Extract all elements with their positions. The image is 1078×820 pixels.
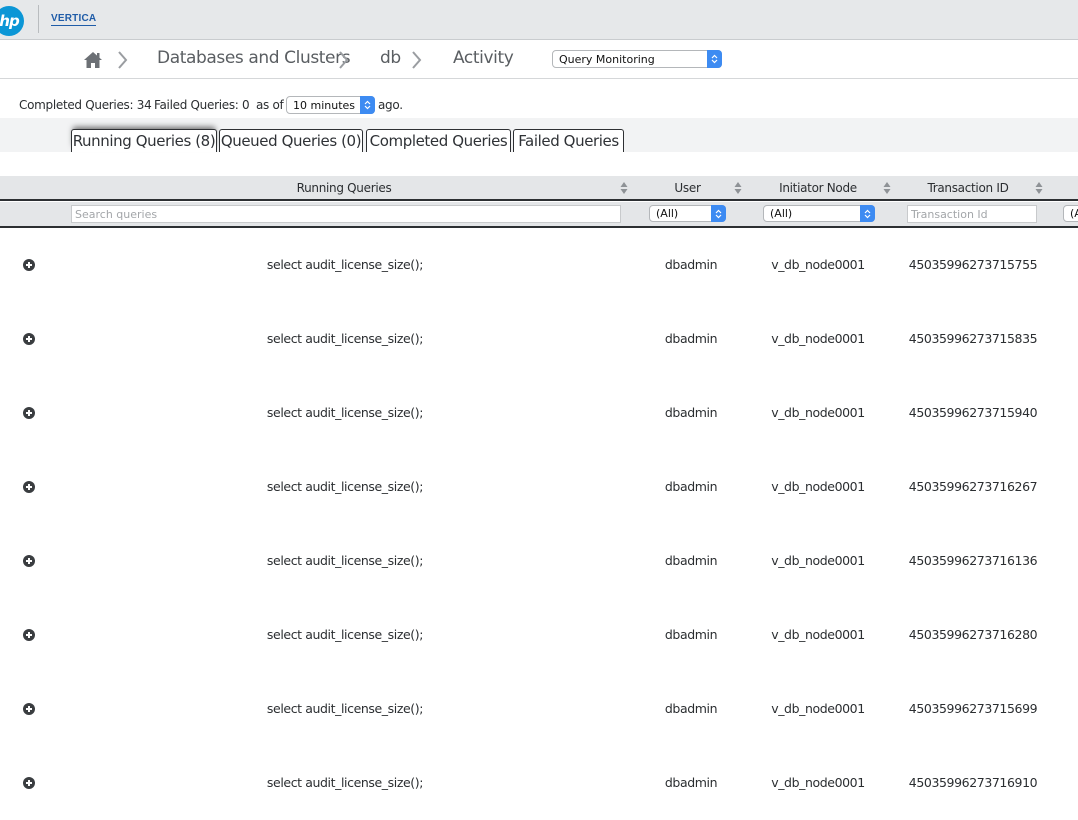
transaction-id: 45035996273716136: [908, 553, 1038, 568]
column-header-transaction-id[interactable]: Transaction ID: [903, 181, 1033, 195]
query-text: select audit_license_size();: [266, 627, 424, 642]
as-of-label: as of: [256, 98, 284, 112]
transaction-id: 45035996273716280: [908, 627, 1038, 642]
table-row[interactable]: select audit_license_size(); dbadmin v_db_…: [0, 302, 1078, 376]
table-row[interactable]: select audit_license_size(); dbadmin v_db_…: [0, 228, 1078, 302]
plus-circle-icon[interactable]: [23, 481, 35, 493]
transaction-id: 45035996273715699: [908, 701, 1038, 716]
sort-updown-icon[interactable]: [883, 181, 891, 195]
hp-logo[interactable]: hp: [0, 6, 24, 36]
table-header: Running Queries User Initiator Node Tran…: [0, 176, 1078, 201]
search-queries-input[interactable]: [71, 205, 621, 223]
breadcrumb: Databases and Clusters db Activity Query…: [0, 40, 1078, 79]
user-filter-value: (All): [656, 207, 679, 220]
updown-arrows-icon: [860, 205, 875, 222]
plus-circle-icon[interactable]: [23, 259, 35, 271]
plus-circle-icon[interactable]: [23, 629, 35, 641]
plus-circle-icon[interactable]: [23, 703, 35, 715]
query-text: select audit_license_size();: [266, 553, 424, 568]
chevron-right-icon: [412, 51, 422, 69]
brand-divider: [38, 5, 39, 33]
node-filter-select[interactable]: (All): [763, 205, 875, 222]
table-row[interactable]: select audit_license_size(); dbadmin v_db_…: [0, 376, 1078, 450]
transaction-id-input[interactable]: [907, 205, 1037, 223]
home-icon[interactable]: [83, 51, 103, 69]
initiator-node: v_db_node0001: [771, 479, 865, 494]
filter-row: (All) (All) (A: [0, 202, 1078, 228]
query-text: select audit_license_size();: [266, 775, 424, 790]
table-row[interactable]: select audit_license_size(); dbadmin v_db_…: [0, 746, 1078, 820]
time-range-value: 10 minutes: [293, 98, 356, 112]
transaction-id: 45035996273716267: [908, 479, 1038, 494]
vertica-logo[interactable]: VERTICA: [51, 13, 97, 26]
next-column-filter-value: (A: [1070, 207, 1078, 220]
failed-queries-count: Failed Queries: 0: [154, 98, 250, 112]
user-filter-select[interactable]: (All): [649, 205, 726, 222]
sort-updown-icon[interactable]: [734, 181, 742, 195]
node-filter-value: (All): [770, 207, 793, 220]
chevron-right-icon: [118, 51, 128, 69]
completed-queries-count: Completed Queries: 34: [19, 98, 152, 112]
view-select[interactable]: Query Monitoring: [552, 50, 722, 68]
table-row[interactable]: select audit_license_size(); dbadmin v_db_…: [0, 672, 1078, 746]
query-text: select audit_license_size();: [266, 257, 424, 272]
column-header-initiator-node[interactable]: Initiator Node: [754, 181, 882, 195]
query-summary: Completed Queries: 34 Failed Queries: 0 …: [0, 80, 1078, 118]
brand-bar: hp VERTICA: [0, 0, 1078, 40]
query-text: select audit_license_size();: [266, 479, 424, 494]
transaction-id: 45035996273715755: [908, 257, 1038, 272]
query-user: dbadmin: [664, 775, 718, 790]
initiator-node: v_db_node0001: [771, 405, 865, 420]
table-row[interactable]: select audit_license_size(); dbadmin v_db_…: [0, 450, 1078, 524]
query-user: dbadmin: [664, 331, 718, 346]
query-tabs: Running Queries (8) Queued Queries (0) C…: [0, 118, 1078, 152]
query-text: select audit_license_size();: [266, 331, 424, 346]
tab-completed-queries[interactable]: Completed Queries: [366, 129, 511, 152]
initiator-node: v_db_node0001: [771, 257, 865, 272]
column-header-running-queries[interactable]: Running Queries: [70, 181, 618, 195]
ago-label: ago.: [378, 98, 403, 112]
chevron-right-icon: [339, 51, 349, 69]
initiator-node: v_db_node0001: [771, 553, 865, 568]
view-select-value: Query Monitoring: [559, 52, 655, 66]
plus-circle-icon[interactable]: [23, 777, 35, 789]
time-range-select[interactable]: 10 minutes: [286, 96, 375, 114]
initiator-node: v_db_node0001: [771, 701, 865, 716]
tab-running-queries[interactable]: Running Queries (8): [71, 129, 217, 152]
updown-arrows-icon: [360, 96, 375, 114]
plus-circle-icon[interactable]: [23, 333, 35, 345]
transaction-id: 45035996273715835: [908, 331, 1038, 346]
table-row[interactable]: select audit_license_size(); dbadmin v_db_…: [0, 598, 1078, 672]
initiator-node: v_db_node0001: [771, 775, 865, 790]
query-user: dbadmin: [664, 553, 718, 568]
column-header-user[interactable]: User: [640, 181, 735, 195]
query-text: select audit_license_size();: [266, 701, 424, 716]
next-column-filter-select[interactable]: (A: [1063, 205, 1078, 222]
updown-arrows-icon: [707, 50, 722, 68]
plus-circle-icon[interactable]: [23, 407, 35, 419]
query-user: dbadmin: [664, 405, 718, 420]
query-user: dbadmin: [664, 479, 718, 494]
breadcrumb-activity: Activity: [453, 48, 514, 68]
initiator-node: v_db_node0001: [771, 331, 865, 346]
breadcrumb-databases-and-clusters[interactable]: Databases and Clusters: [157, 48, 351, 68]
query-user: dbadmin: [664, 257, 718, 272]
query-user: dbadmin: [664, 701, 718, 716]
table-row[interactable]: select audit_license_size(); dbadmin v_db_…: [0, 524, 1078, 598]
initiator-node: v_db_node0001: [771, 627, 865, 642]
query-text: select audit_license_size();: [266, 405, 424, 420]
updown-arrows-icon: [711, 205, 726, 222]
sort-updown-icon[interactable]: [1035, 181, 1043, 195]
transaction-id: 45035996273715940: [908, 405, 1038, 420]
plus-circle-icon[interactable]: [23, 555, 35, 567]
tab-failed-queries[interactable]: Failed Queries: [513, 129, 624, 152]
sort-updown-icon[interactable]: [620, 181, 628, 195]
tab-queued-queries[interactable]: Queued Queries (0): [219, 129, 363, 152]
breadcrumb-db[interactable]: db: [380, 48, 401, 68]
query-user: dbadmin: [664, 627, 718, 642]
transaction-id: 45035996273716910: [908, 775, 1038, 790]
